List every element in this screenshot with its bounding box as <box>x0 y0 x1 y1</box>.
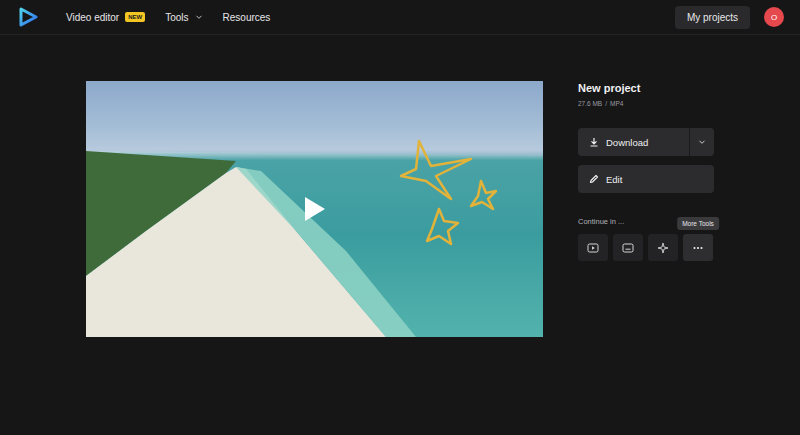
file-size: 27.6 MB <box>578 100 602 107</box>
nav-right: My projects O <box>675 6 784 29</box>
my-projects-button[interactable]: My projects <box>675 6 750 29</box>
project-panel: New project27.6 MB/MP4DownloadEditContin… <box>578 81 718 261</box>
tool-button[interactable] <box>578 234 608 261</box>
project-meta: 27.6 MB/MP4 <box>578 100 718 107</box>
nav-label[interactable]: Video editor <box>66 12 119 23</box>
main-area: New project27.6 MB/MP4DownloadEditContin… <box>0 35 800 337</box>
nav-item[interactable]: Tools <box>165 12 202 23</box>
pencil-icon <box>589 174 599 184</box>
video-preview[interactable] <box>86 81 543 337</box>
download-options-button[interactable] <box>689 128 714 156</box>
nav-item[interactable]: Resources <box>223 12 271 23</box>
file-format: MP4 <box>610 100 623 107</box>
chevron-down-icon <box>698 138 706 146</box>
nav-label[interactable]: Tools <box>165 12 188 23</box>
download-label[interactable]: Download <box>606 137 648 148</box>
project-title: New project <box>578 82 718 94</box>
download-button[interactable]: Download <box>578 128 689 156</box>
nav-item[interactable]: Video editor NEW <box>66 12 145 23</box>
subtitles-icon <box>622 242 634 254</box>
play-icon <box>304 196 326 222</box>
tool-button[interactable] <box>613 234 643 261</box>
edit-button[interactable]: Edit <box>578 165 714 193</box>
tooltip: More Tools <box>677 217 719 230</box>
sparkle-icon <box>657 242 669 254</box>
download-button-group: Download <box>578 128 714 156</box>
tool-button[interactable] <box>648 234 678 261</box>
logo-icon[interactable] <box>18 7 38 27</box>
player-icon <box>587 242 599 254</box>
continue-tools: More Tools <box>578 234 718 261</box>
top-nav: Video editor NEW Tools Resources My projects… <box>0 0 800 35</box>
tool-button[interactable]: More Tools <box>683 234 713 261</box>
chevron-down-icon <box>195 13 203 21</box>
more-dots-icon <box>692 242 704 254</box>
edit-label[interactable]: Edit <box>606 174 622 185</box>
nav-label[interactable]: Resources <box>223 12 271 23</box>
new-badge: NEW <box>125 12 145 22</box>
nav-left: Video editor NEW Tools Resources <box>18 7 270 27</box>
separator: / <box>605 100 607 107</box>
user-avatar[interactable]: O <box>764 7 784 27</box>
download-icon <box>589 137 599 147</box>
